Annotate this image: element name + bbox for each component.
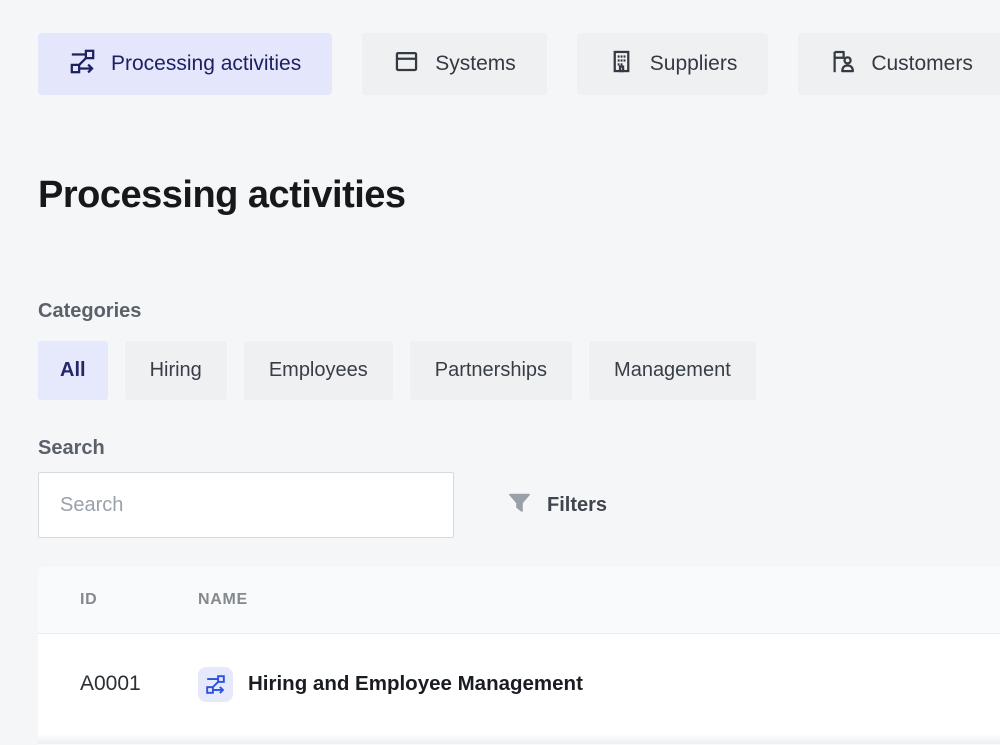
search-label: Search (38, 437, 105, 460)
category-chip-partnerships[interactable]: Partnerships (410, 341, 572, 400)
column-header-name: NAME (198, 591, 1000, 609)
tab-suppliers[interactable]: Suppliers (577, 33, 769, 95)
tab-label: Processing activities (111, 52, 301, 76)
tab-label: Suppliers (650, 52, 738, 76)
processing-activities-page: Processing activities Systems (0, 0, 1000, 745)
tab-systems[interactable]: Systems (362, 33, 547, 95)
row-name-cell: Hiring and Employee Management (198, 667, 1000, 702)
category-chips: All Hiring Employees Partnerships Manage… (38, 341, 756, 400)
workflow-icon (198, 667, 233, 702)
row-name-text: Hiring and Employee Management (248, 672, 583, 696)
search-input[interactable] (38, 472, 454, 538)
row-id-cell: A0001 (38, 672, 198, 696)
building-icon (608, 48, 635, 81)
column-header-id: ID (38, 591, 198, 609)
funnel-icon (506, 489, 533, 522)
category-chip-all[interactable]: All (38, 341, 108, 400)
category-chip-hiring[interactable]: Hiring (125, 341, 227, 400)
tab-processing-activities[interactable]: Processing activities (38, 33, 332, 95)
page-title: Processing activities (38, 174, 406, 217)
tab-label: Systems (435, 52, 516, 76)
customer-flag-icon (829, 48, 856, 81)
table-header-row: ID NAME (38, 567, 1000, 634)
window-icon (393, 48, 420, 81)
workflow-icon (69, 48, 96, 81)
table-bottom-fade (38, 734, 1000, 744)
processing-activities-table: ID NAME A0001 Hiring and Employee Manage… (38, 567, 1000, 745)
tab-label: Customers (871, 52, 973, 76)
top-nav-tabbar: Processing activities Systems (38, 33, 1000, 95)
category-chip-management[interactable]: Management (589, 341, 756, 400)
filters-label: Filters (547, 494, 607, 517)
category-chip-employees[interactable]: Employees (244, 341, 393, 400)
table-row[interactable]: A0001 Hiring and Employee Management (38, 634, 1000, 734)
tab-customers[interactable]: Customers (798, 33, 1000, 95)
filters-button[interactable]: Filters (506, 488, 607, 522)
categories-label: Categories (38, 300, 141, 323)
